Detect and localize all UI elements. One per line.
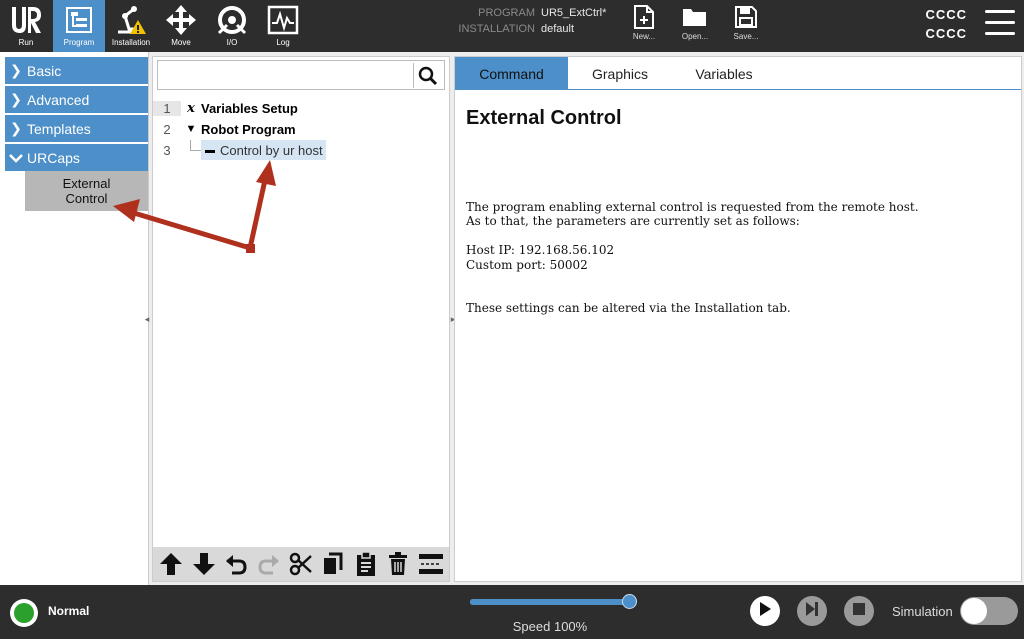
page-title: External Control — [466, 107, 622, 129]
paste-icon[interactable] — [352, 550, 380, 578]
save-button[interactable]: Save... — [724, 2, 768, 48]
io-icon — [206, 3, 258, 37]
speed-slider-fill — [470, 599, 635, 605]
tab-variables[interactable]: Variables — [672, 57, 776, 90]
redo-icon — [255, 550, 283, 578]
host-ip-text: Host IP: 192.168.56.102 — [466, 243, 615, 257]
urcap-external-control-button[interactable]: External Control — [25, 171, 148, 211]
simulation-toggle[interactable] — [960, 597, 1018, 625]
delete-icon[interactable] — [384, 550, 412, 578]
tree-node-label: Variables Setup — [201, 100, 298, 116]
file-info: PROGRAM UR5_ExtCtrl* INSTALLATION default — [430, 5, 606, 37]
variable-x-icon: x — [187, 100, 195, 116]
stop-icon — [853, 602, 865, 620]
tree-row-variables-setup[interactable]: 1 x Variables Setup — [153, 98, 449, 118]
tree-node-label: Control by ur host — [220, 142, 323, 158]
tree-row-control-by-ur-host[interactable]: 3 ▬ Control by ur host — [153, 140, 449, 160]
urcap-node-icon: ▬ — [205, 144, 215, 156]
custom-port-text: Custom port: 50002 — [466, 258, 588, 272]
save-icon — [724, 2, 768, 32]
move-up-icon[interactable] — [157, 550, 185, 578]
line-number: 1 — [153, 100, 181, 116]
description-line-1: The program enabling external control is… — [466, 200, 919, 214]
collapse-triangle-icon[interactable]: ▼ — [181, 123, 201, 135]
top-bar: Run Program Installation Move I/O Log PR… — [0, 0, 1024, 52]
new-file-icon — [622, 2, 666, 32]
tree-toolbar — [153, 547, 449, 581]
play-icon — [758, 601, 772, 622]
robot-status-icon[interactable] — [10, 599, 38, 627]
move-icon — [155, 3, 207, 37]
speed-slider[interactable] — [470, 594, 637, 609]
copy-icon[interactable] — [319, 550, 347, 578]
category-basic[interactable]: ❯ Basic — [5, 57, 148, 84]
status-code-top: CCCC — [925, 7, 967, 22]
command-panel: Command Graphics Variables External Cont… — [454, 56, 1022, 582]
tree-search-input[interactable] — [157, 60, 445, 90]
nav-program-button[interactable]: Program — [53, 0, 105, 52]
tree-row-robot-program[interactable]: 2 ▼ Robot Program — [153, 119, 449, 139]
hamburger-menu-icon[interactable] — [985, 10, 1015, 36]
speed-slider-thumb[interactable] — [622, 594, 637, 609]
category-urcaps[interactable]: URCaps — [5, 144, 148, 171]
toggle-knob — [961, 598, 987, 624]
new-button[interactable]: New... — [622, 2, 666, 48]
tab-command[interactable]: Command — [455, 57, 568, 90]
move-down-icon[interactable] — [190, 550, 218, 578]
splitter-handle-left[interactable]: ◂ — [143, 313, 151, 325]
line-number: 3 — [163, 142, 171, 158]
program-value: UR5_ExtCtrl* — [541, 7, 607, 19]
nav-io-button[interactable]: I/O — [206, 0, 258, 52]
line-number: 2 — [163, 121, 171, 137]
selected-node[interactable]: ▬ Control by ur host — [201, 140, 326, 160]
nav-run-button[interactable]: Run — [0, 0, 52, 52]
nav-installation-button[interactable]: Installation — [105, 0, 157, 52]
cut-icon[interactable] — [287, 550, 315, 578]
settings-note-text: These settings can be altered via the In… — [466, 301, 791, 315]
nav-move-button[interactable]: Move — [155, 0, 207, 52]
category-templates[interactable]: ❯ Templates — [5, 115, 148, 142]
tab-graphics[interactable]: Graphics — [568, 57, 672, 90]
description-line-2: As to that, the parameters are currently… — [466, 214, 800, 228]
category-advanced[interactable]: ❯ Advanced — [5, 86, 148, 113]
installation-key: INSTALLATION — [458, 23, 535, 35]
status-code-bottom: CCCC — [925, 26, 967, 41]
chevron-right-icon: ❯ — [10, 120, 22, 136]
undo-icon[interactable] — [222, 550, 250, 578]
installation-icon — [105, 3, 157, 37]
program-nodes-panel: ❯ Basic ❯ Advanced ❯ Templates URCaps Ex… — [0, 52, 149, 585]
program-key: PROGRAM — [478, 7, 535, 19]
bottom-bar: Normal Speed 100% Simulation — [0, 585, 1024, 639]
robot-status-text: Normal — [48, 604, 90, 618]
ur-logo-icon — [0, 3, 52, 37]
open-button[interactable]: Open... — [673, 2, 717, 48]
program-tree-panel: 1 x Variables Setup 2 ▼ Robot Program 3 … — [152, 56, 450, 582]
play-button[interactable] — [750, 596, 780, 626]
speed-label: Speed 100% — [512, 619, 588, 634]
open-folder-icon — [673, 2, 717, 32]
tree-node-label: Robot Program — [201, 121, 296, 137]
tree-connector — [181, 140, 201, 160]
simulation-label: Simulation — [892, 604, 953, 619]
ur-polyscope-window: Run Program Installation Move I/O Log PR… — [0, 0, 1024, 639]
nav-log-button[interactable]: Log — [257, 0, 309, 52]
stop-button[interactable] — [844, 596, 874, 626]
step-icon — [804, 601, 820, 622]
program-icon — [53, 3, 105, 37]
search-icon[interactable] — [413, 63, 441, 88]
chevron-down-icon — [5, 150, 27, 166]
command-tabs: Command Graphics Variables — [455, 57, 1021, 90]
log-icon — [257, 3, 309, 37]
chevron-right-icon: ❯ — [10, 91, 22, 107]
installation-value: default — [541, 23, 575, 35]
chevron-right-icon: ❯ — [10, 62, 22, 78]
step-button[interactable] — [797, 596, 827, 626]
suppress-icon[interactable] — [417, 550, 445, 578]
